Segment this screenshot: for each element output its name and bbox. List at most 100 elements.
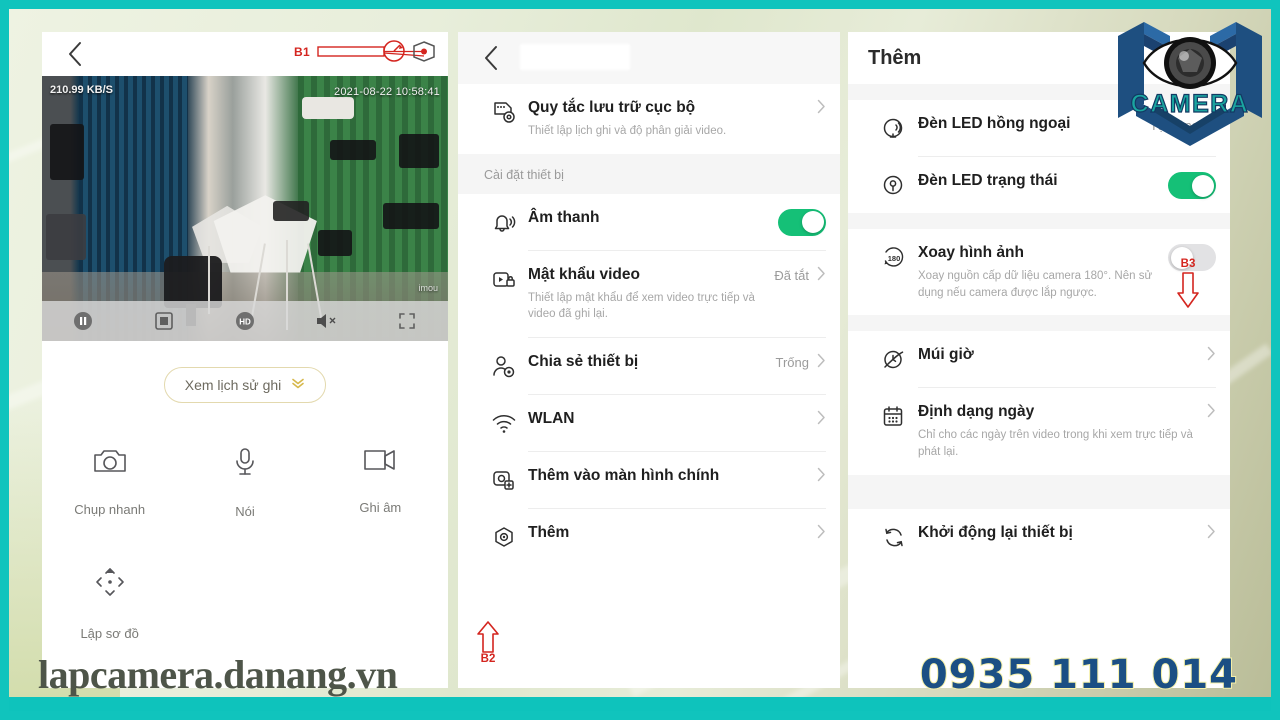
share-user-icon — [480, 352, 528, 380]
settings-row-body: WLAN — [528, 409, 809, 430]
settings-row-value: Đã tắt — [774, 268, 809, 284]
settings-row-title: Định dạng ngày — [918, 403, 1035, 421]
video-watermark-label: imou — [418, 283, 438, 293]
quick-action-label: Nói — [235, 504, 255, 519]
quick-action-label: Chụp nhanh — [74, 502, 146, 517]
settings-row-subtitle: Xoay nguồn cấp dữ liệu camera 180°. Nên … — [918, 269, 1153, 299]
chevron-right-icon — [1207, 346, 1216, 366]
video-scene-object — [383, 203, 440, 230]
settings-row-subtitle: Chỉ cho các ngày trên video trong khi xe… — [918, 429, 1193, 458]
sd-card-icon — [480, 98, 528, 126]
quick-actions-row-2: Lập sơ đồ — [42, 565, 448, 641]
view-recording-history-button[interactable]: Xem lịch sử ghi — [163, 367, 327, 403]
settings-row-title: Đèn LED trạng thái — [918, 172, 1058, 189]
chevron-right-icon — [1207, 403, 1216, 423]
microphone-icon — [233, 447, 257, 482]
annotation-b3-label: B3 — [1180, 258, 1196, 270]
settings-row-sound[interactable]: Âm thanh — [458, 193, 840, 250]
infrared-led-icon — [870, 114, 918, 142]
settings-row-right — [1207, 402, 1216, 423]
restart-icon — [870, 523, 918, 551]
pan-tilt-icon — [93, 565, 127, 604]
status-led-toggle[interactable] — [1168, 172, 1216, 199]
settings-row-restart-device[interactable]: Khởi động lại thiết bị — [848, 508, 1230, 565]
bell-sound-icon — [480, 208, 528, 236]
settings-row-body: Quy tắc lưu trữ cục bộ Thiết lập lịch gh… — [528, 98, 809, 140]
hd-icon[interactable]: HD — [230, 306, 260, 336]
quick-action-label: Ghi âm — [359, 500, 402, 515]
redacted-device-name — [520, 44, 630, 70]
settings-row-right — [817, 409, 826, 430]
quick-action-record[interactable]: Ghi âm — [313, 447, 448, 519]
settings-row-more[interactable]: Thêm — [458, 508, 840, 565]
chevron-right-icon — [1207, 524, 1216, 544]
live-view-panel: B1 210.99 KB/S 2021-08-22 10:58:41 imou … — [42, 32, 448, 688]
section-gap — [848, 474, 1230, 509]
annotation-b1: B1 — [294, 37, 440, 67]
logo-text: CAMERA — [1131, 90, 1250, 118]
annotation-b1-label: B1 — [294, 45, 310, 59]
chevron-double-down-icon — [291, 376, 305, 394]
quick-actions-row-1: Chụp nhanh Nói Ghi âm — [42, 447, 448, 519]
sound-toggle[interactable] — [778, 208, 826, 236]
video-timestamp-label: 2021-08-22 10:58:41 — [334, 86, 440, 98]
settings-row-add-to-home[interactable]: Thêm vào màn hình chính — [458, 451, 840, 508]
settings-row-body: Mật khẩu video Thiết lập mật khẩu để xem… — [528, 265, 766, 323]
timezone-globe-icon — [870, 345, 918, 373]
settings-row-body: Thêm vào màn hình chính — [528, 466, 809, 487]
svg-text:180: 180 — [888, 254, 901, 263]
video-bitrate-label: 210.99 KB/S — [50, 84, 113, 96]
quick-action-map[interactable]: Lập sơ đồ — [42, 565, 177, 641]
svg-text:HD: HD — [239, 318, 251, 327]
settings-row-right — [817, 466, 826, 487]
settings-row-date-format[interactable]: Định dạng ngày Chỉ cho các ngày trên vid… — [848, 388, 1230, 475]
chevron-right-icon — [817, 266, 826, 286]
stop-square-icon[interactable] — [149, 306, 179, 336]
settings-row-title: Chia sẻ thiết bị — [528, 352, 639, 370]
settings-row-right — [1207, 523, 1216, 544]
settings-row-right — [1207, 345, 1216, 366]
video-scene-object — [318, 229, 353, 256]
settings-row-share-device[interactable]: Chia sẻ thiết bị Trống — [458, 337, 840, 394]
settings-row-local-storage-rule[interactable]: Quy tắc lưu trữ cục bộ Thiết lập lịch gh… — [458, 84, 840, 154]
chevron-left-icon[interactable] — [60, 39, 90, 69]
settings-row-body: Định dạng ngày Chỉ cho các ngày trên vid… — [918, 402, 1199, 460]
pause-icon[interactable] — [68, 306, 98, 336]
chevron-right-icon — [817, 524, 826, 544]
quick-action-empty — [313, 565, 448, 641]
live-video-feed[interactable]: 210.99 KB/S 2021-08-22 10:58:41 imou HD — [42, 76, 448, 341]
quick-action-empty — [177, 565, 312, 641]
quick-action-talk[interactable]: Nói — [177, 447, 312, 519]
annotation-b2: B2 — [468, 621, 508, 665]
page-title: Thêm — [868, 46, 922, 69]
settings-row-timezone[interactable]: Múi giờ — [848, 331, 1230, 388]
site-logo: CAMERA — [1114, 8, 1266, 146]
fullscreen-icon[interactable] — [392, 306, 422, 336]
settings-row-title: Xoay hình ảnh — [918, 244, 1024, 261]
video-scene-projector — [301, 97, 354, 120]
calendar-icon — [870, 402, 918, 430]
settings-row-value: Trống — [775, 355, 809, 371]
annotation-b3: B3 — [1168, 258, 1208, 308]
add-to-homescreen-icon — [480, 466, 528, 494]
settings-row-body: Chia sẻ thiết bị — [528, 352, 768, 373]
settings-row-body: Đèn LED trạng thái — [918, 171, 1160, 192]
video-scene-object — [399, 134, 440, 169]
settings-row-title: Đèn LED hồng ngoại — [918, 115, 1071, 132]
chevron-left-icon[interactable] — [476, 43, 506, 73]
section-gap — [848, 315, 1230, 332]
settings-row-video-password[interactable]: Mật khẩu video Thiết lập mật khẩu để xem… — [458, 250, 840, 337]
brand-phone-text: 0935 111 014 — [919, 651, 1238, 699]
speaker-mute-icon[interactable] — [311, 306, 341, 336]
bottom-accent-bar — [9, 697, 1271, 711]
quick-action-snapshot[interactable]: Chụp nhanh — [42, 447, 177, 519]
settings-row-subtitle: Thiết lập lịch ghi và độ phân giải video… — [528, 124, 727, 137]
settings-row-body: Xoay hình ảnh Xoay nguồn cấp dữ liệu cam… — [918, 243, 1160, 301]
wifi-icon — [480, 409, 528, 437]
toggle-knob — [1191, 174, 1214, 197]
settings-row-body: Múi giờ — [918, 345, 1199, 366]
video-scene-light — [273, 200, 310, 221]
video-scene-object — [330, 139, 377, 160]
settings-row-wlan[interactable]: WLAN — [458, 394, 840, 451]
settings-row-status-led[interactable]: Đèn LED trạng thái — [848, 157, 1230, 213]
